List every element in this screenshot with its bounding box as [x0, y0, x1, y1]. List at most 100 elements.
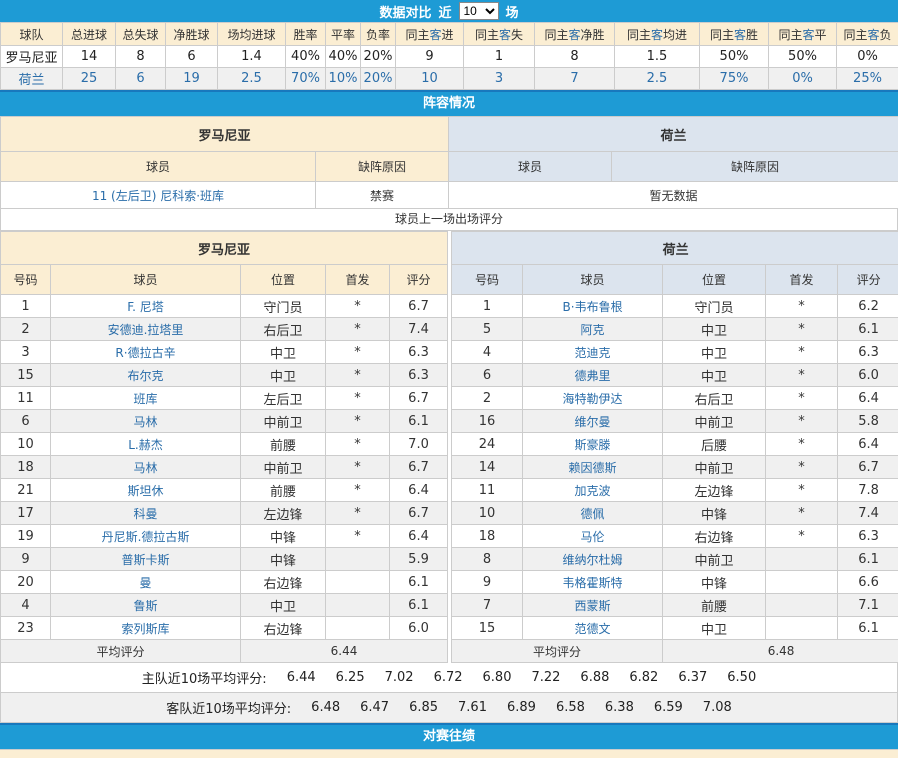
player-score-cell: 6.7 — [390, 502, 448, 525]
player-link[interactable]: 德佩 — [581, 507, 605, 521]
player-link[interactable]: 赖因德斯 — [569, 461, 617, 475]
player-number-cell: 17 — [1, 502, 51, 525]
away-player-col-header: 球员 — [449, 152, 612, 182]
team-name-cell: 荷兰 — [1, 68, 63, 90]
player-score-cell: 6.4 — [838, 433, 898, 456]
h2h-section-bar: 对赛往绩 — [0, 723, 898, 749]
player-starter-cell: * — [326, 479, 390, 502]
player-link[interactable]: 韦格霍斯特 — [563, 576, 623, 590]
player-link[interactable]: 曼 — [139, 576, 151, 590]
player-link[interactable]: 马林 — [133, 415, 157, 429]
player-link[interactable]: 范迪克 — [575, 346, 611, 360]
home-absence-player-link[interactable]: 11 (左后卫) 尼科索·班库 — [92, 189, 224, 203]
player-name-cell: 安德迪.拉塔里 — [51, 318, 241, 341]
player-link[interactable]: 安德迪.拉塔里 — [108, 323, 184, 337]
player-link[interactable]: 马林 — [133, 461, 157, 475]
player-number-cell: 18 — [452, 525, 523, 548]
player-score-cell: 6.3 — [838, 525, 898, 548]
player-score-cell: 6.1 — [838, 617, 898, 640]
away-recent-value: 6.89 — [507, 700, 536, 715]
player-row: 15布尔克中卫*6.3 — [1, 364, 448, 387]
player-position-cell: 左边锋 — [241, 502, 326, 525]
player-link[interactable]: R·德拉古辛 — [115, 346, 175, 360]
player-score-cell: 6.1 — [390, 571, 448, 594]
player-link[interactable]: 索列斯库 — [121, 622, 169, 636]
player-starter-cell: * — [326, 387, 390, 410]
player-number-cell: 20 — [1, 571, 51, 594]
stat-cell: 25% — [837, 68, 898, 90]
player-score-cell: 6.4 — [838, 387, 898, 410]
player-row: 18马林中前卫*6.7 — [1, 456, 448, 479]
home-recent-value: 6.50 — [727, 670, 756, 685]
player-position-cell: 中前卫 — [663, 456, 766, 479]
player-position-cell: 右后卫 — [663, 387, 766, 410]
player-link[interactable]: F. 尼塔 — [127, 300, 164, 314]
player-score-cell: 5.9 — [390, 548, 448, 571]
player-number-cell: 5 — [452, 318, 523, 341]
recent-label: 近 — [438, 2, 451, 21]
comparison-row: 荷兰256192.570%10%20%10372.575%0%25% — [1, 68, 898, 90]
player-position-cell: 守门员 — [663, 295, 766, 318]
rating-col-header: 位置 — [663, 265, 766, 295]
player-score-cell: 7.1 — [838, 594, 898, 617]
header-text: 进 — [442, 28, 454, 42]
match-count-select[interactable]: 10 — [459, 2, 499, 20]
player-position-cell: 右边锋 — [241, 571, 326, 594]
away-recent-value: 6.38 — [605, 700, 634, 715]
player-position-cell: 右边锋 — [663, 525, 766, 548]
player-link[interactable]: 普斯卡斯 — [121, 553, 169, 567]
home-recent-value: 6.88 — [580, 670, 609, 685]
player-number-cell: 18 — [1, 456, 51, 479]
player-link[interactable]: 马伦 — [581, 530, 605, 544]
player-name-cell: F. 尼塔 — [51, 295, 241, 318]
player-name-cell: 马伦 — [523, 525, 663, 548]
player-link[interactable]: 丹尼斯.德拉古斯 — [102, 530, 190, 544]
home-absence-reason-cell: 禁赛 — [316, 182, 449, 209]
player-link[interactable]: 科曼 — [133, 507, 157, 521]
player-link[interactable]: 维尔曼 — [575, 415, 611, 429]
player-position-cell: 前腰 — [241, 433, 326, 456]
player-name-cell: 海特勒伊达 — [523, 387, 663, 410]
header-text: 负 — [880, 28, 892, 42]
squad-column-header-row: 球员 缺阵原因 球员 缺阵原因 — [1, 152, 898, 182]
player-row: 6德弗里中卫*6.0 — [452, 364, 898, 387]
player-number-cell: 11 — [452, 479, 523, 502]
player-row: 18马伦右边锋*6.3 — [452, 525, 898, 548]
header-highlight-char: 客 — [651, 28, 663, 42]
player-link[interactable]: 班库 — [133, 392, 157, 406]
player-number-cell: 6 — [1, 410, 51, 433]
player-position-cell: 中锋 — [241, 548, 326, 571]
player-name-cell: 曼 — [51, 571, 241, 594]
player-starter-cell: * — [326, 456, 390, 479]
home-rating-table: 罗马尼亚号码球员位置首发评分1F. 尼塔守门员*6.72安德迪.拉塔里右后卫*7… — [0, 231, 448, 663]
player-link[interactable]: 德弗里 — [575, 369, 611, 383]
player-link[interactable]: 布尔克 — [127, 369, 163, 383]
stat-cell: 40% — [326, 46, 361, 68]
away-recent-value: 7.08 — [703, 700, 732, 715]
player-link[interactable]: 维纳尔杜姆 — [563, 553, 623, 567]
player-link[interactable]: L.赫杰 — [128, 438, 163, 452]
stat-cell: 75% — [700, 68, 769, 90]
player-starter-cell: * — [326, 364, 390, 387]
player-link[interactable]: 鲁斯 — [133, 599, 157, 613]
player-link[interactable]: B·韦布鲁根 — [563, 300, 623, 314]
player-link[interactable]: 斯坦休 — [127, 484, 163, 498]
player-position-cell: 中前卫 — [663, 410, 766, 433]
rating-col-header: 首发 — [326, 265, 390, 295]
player-link[interactable]: 海特勒伊达 — [563, 392, 623, 406]
stat-cell: 10 — [396, 68, 464, 90]
player-name-cell: R·德拉古辛 — [51, 341, 241, 364]
player-link[interactable]: 西蒙斯 — [575, 599, 611, 613]
player-starter-cell: * — [766, 410, 838, 433]
player-starter-cell: * — [326, 341, 390, 364]
comparison-col-header: 同主客进 — [396, 23, 464, 46]
away-no-data-cell: 暂无数据 — [449, 182, 898, 209]
player-link[interactable]: 加克波 — [575, 484, 611, 498]
player-link[interactable]: 阿克 — [581, 323, 605, 337]
player-number-cell: 9 — [1, 548, 51, 571]
player-link[interactable]: 范德文 — [575, 622, 611, 636]
player-link[interactable]: 斯豪滕 — [575, 438, 611, 452]
stat-cell: 50% — [769, 46, 837, 68]
player-row: 24斯豪滕后腰*6.4 — [452, 433, 898, 456]
comparison-header-row: 球队总进球总失球净胜球场均进球胜率平率负率同主客进同主客失同主客净胜同主客均进同… — [1, 23, 898, 46]
